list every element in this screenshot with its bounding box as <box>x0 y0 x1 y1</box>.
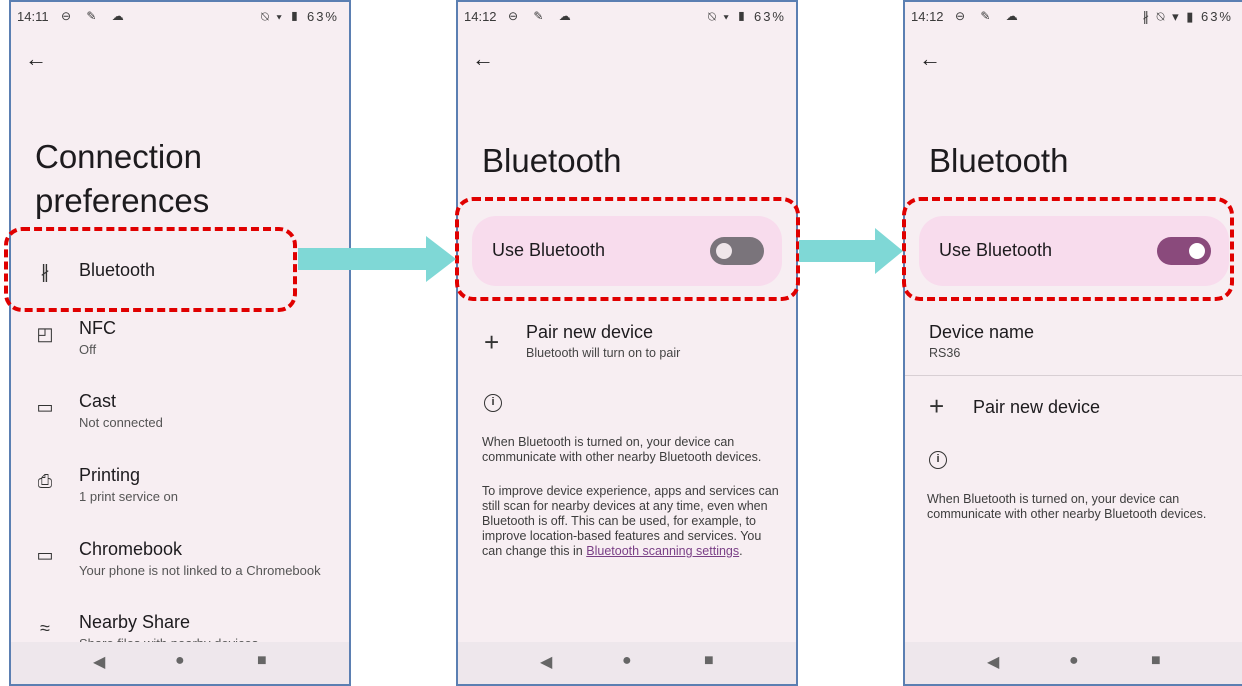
nfc-icon: ◰ <box>36 324 54 344</box>
status-notification-icons: ⊖ ✎ ☁ <box>955 9 1024 23</box>
page-title-line2: preferences <box>35 182 210 219</box>
plus-icon: + <box>484 327 500 357</box>
status-system-icons: ⍉ ▾ ▮ 63% <box>260 9 339 24</box>
device-name-value: RS36 <box>929 346 961 360</box>
list-item-subtitle: Not connected <box>79 415 163 430</box>
divider <box>905 375 1242 376</box>
status-time: 14:12 <box>464 9 497 24</box>
back-arrow-icon[interactable]: ← <box>472 46 494 72</box>
phone-screen-connection-preferences: 14:11 ⊖ ✎ ☁ ⍉ ▾ ▮ 63% ← Connection prefe… <box>9 0 351 686</box>
list-item-subtitle: 1 print service on <box>79 489 178 504</box>
info-text-bluetooth-on: When Bluetooth is turned on, your device… <box>927 492 1207 521</box>
system-nav-bar: ◀ ● ■ <box>458 642 796 684</box>
list-item-chromebook[interactable]: ▭ Chromebook Your phone is not linked to… <box>11 535 349 595</box>
system-nav-bar: ◀ ● ■ <box>11 642 349 684</box>
list-item-label: Printing <box>79 465 141 485</box>
phone-screen-bluetooth-on: 14:12 ⊖ ✎ ☁ ∦ ⍉ ▾ ▮ 63% ← Bluetooth Use … <box>903 0 1242 686</box>
arrow-icon-step1 <box>298 236 456 282</box>
nav-home-icon[interactable]: ● <box>622 652 632 670</box>
nearby-share-icon: ≈ <box>40 618 50 638</box>
nav-home-icon[interactable]: ● <box>175 652 185 670</box>
plus-icon: + <box>929 391 945 421</box>
status-bar: 14:12 ⊖ ✎ ☁ ⍉ ▾ ▮ 63% <box>464 9 790 27</box>
list-item-label: Cast <box>79 391 117 411</box>
list-item-printing[interactable]: ⎙ Printing 1 print service on <box>11 461 349 521</box>
pair-new-device-label: Pair new device <box>526 322 654 342</box>
info-icon: i <box>484 394 502 412</box>
info-text-scanning: To improve device experience, apps and s… <box>482 484 782 559</box>
list-item-subtitle: Your phone is not linked to a Chromebook <box>79 563 321 578</box>
list-item-cast[interactable]: ▭ Cast Not connected <box>11 387 349 447</box>
status-system-icons: ∦ ⍉ ▾ ▮ 63% <box>1142 9 1233 24</box>
pair-new-device-subtitle: Bluetooth will turn on to pair <box>526 346 681 360</box>
nav-home-icon[interactable]: ● <box>1069 652 1079 670</box>
info-text-bluetooth-on: When Bluetooth is turned on, your device… <box>482 435 762 464</box>
page-title-line1: Connection <box>35 138 202 175</box>
nav-recents-icon[interactable]: ■ <box>704 652 714 670</box>
nav-back-icon[interactable]: ◀ <box>540 652 552 672</box>
status-bar: 14:11 ⊖ ✎ ☁ ⍉ ▾ ▮ 63% <box>17 9 343 27</box>
bluetooth-scanning-settings-link[interactable]: Bluetooth scanning settings <box>586 544 739 558</box>
arrow-icon-step2 <box>799 228 903 274</box>
back-arrow-icon[interactable]: ← <box>25 46 47 72</box>
nav-recents-icon[interactable]: ■ <box>1151 652 1161 670</box>
status-system-icons: ⍉ ▾ ▮ 63% <box>707 9 786 24</box>
nav-recents-icon[interactable]: ■ <box>257 652 267 670</box>
info-text-scanning-end: . <box>739 544 743 558</box>
cast-icon: ▭ <box>36 397 54 417</box>
nav-back-icon[interactable]: ◀ <box>987 652 999 672</box>
list-item-label: NFC <box>79 318 116 338</box>
back-arrow-icon[interactable]: ← <box>919 46 941 72</box>
list-item-label: Chromebook <box>79 539 183 559</box>
list-item-nfc[interactable]: ◰ NFC Off <box>11 314 349 374</box>
print-icon: ⎙ <box>37 471 53 491</box>
device-name-label: Device name <box>929 322 1035 342</box>
status-notification-icons: ⊖ ✎ ☁ <box>508 9 577 23</box>
status-time: 14:12 <box>911 9 944 24</box>
nav-back-icon[interactable]: ◀ <box>93 652 105 672</box>
highlight-use-bluetooth-off <box>455 197 800 301</box>
list-item-label: Nearby Share <box>79 612 191 632</box>
chromebook-icon: ▭ <box>36 545 54 565</box>
info-icon: i <box>929 451 947 469</box>
system-nav-bar: ◀ ● ■ <box>905 642 1242 684</box>
page-title: Bluetooth <box>482 142 622 179</box>
phone-screen-bluetooth-off: 14:12 ⊖ ✎ ☁ ⍉ ▾ ▮ 63% ← Bluetooth Use Bl… <box>456 0 798 686</box>
list-item-subtitle: Off <box>79 342 97 357</box>
highlight-bluetooth-item <box>4 227 297 312</box>
highlight-use-bluetooth-on <box>902 197 1234 301</box>
pair-new-device-label: Pair new device <box>973 397 1101 417</box>
status-bar: 14:12 ⊖ ✎ ☁ ∦ ⍉ ▾ ▮ 63% <box>911 9 1237 27</box>
status-notification-icons: ⊖ ✎ ☁ <box>61 9 130 23</box>
status-time: 14:11 <box>17 9 49 24</box>
page-title: Bluetooth <box>929 142 1069 179</box>
